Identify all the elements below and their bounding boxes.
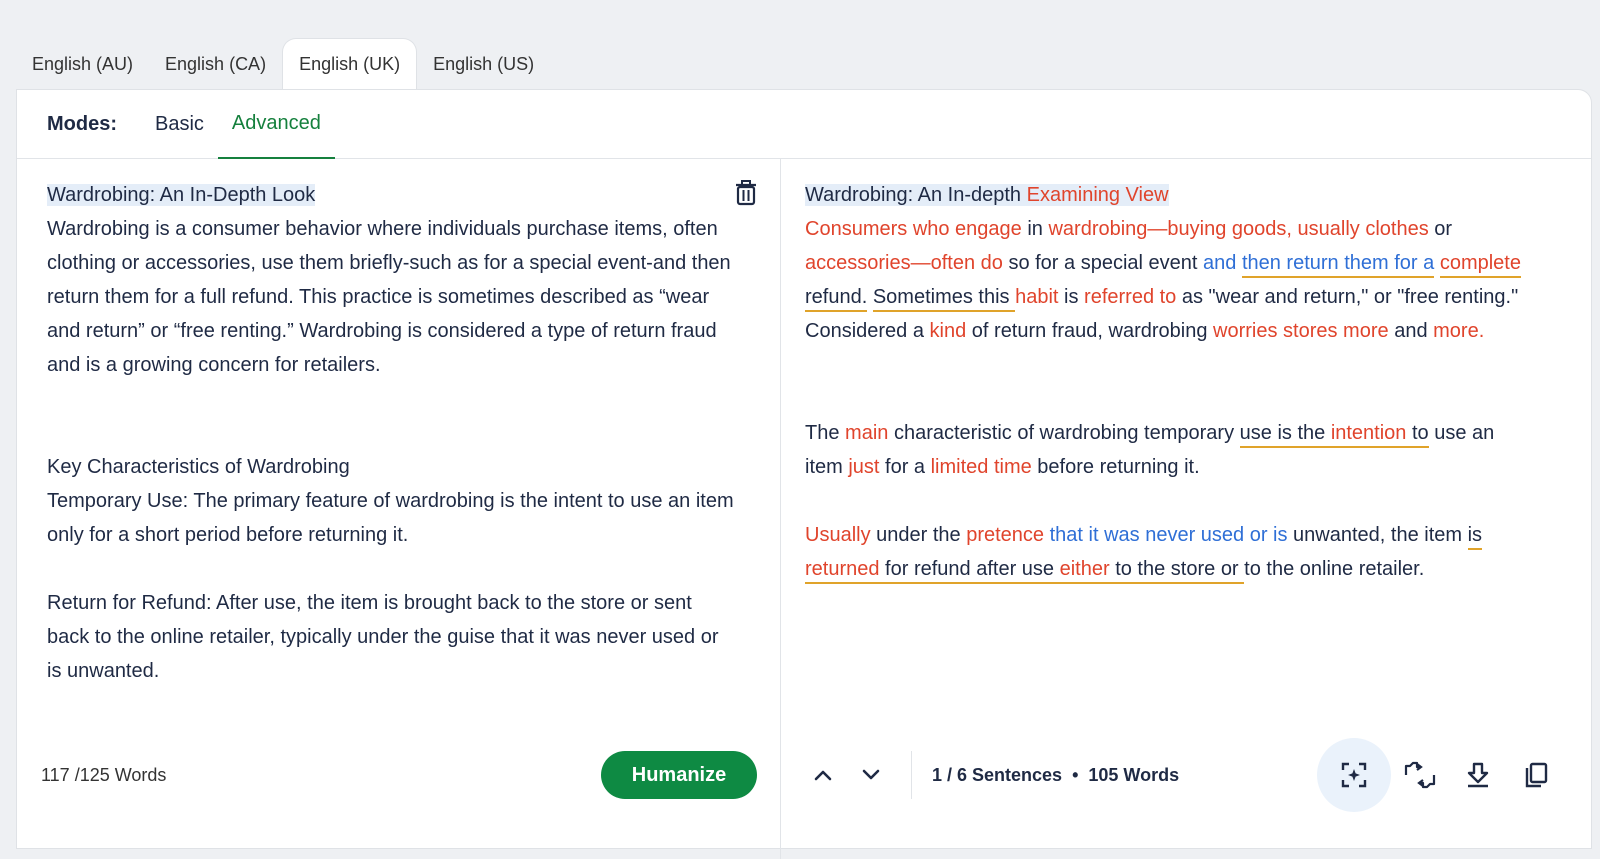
output-paragraph-2: The main characteristic of wardrobing te… [805, 416, 1535, 484]
output-segment[interactable]: complete [1439, 252, 1521, 278]
input-text-area[interactable]: Wardrobing: An In-Depth Look Wardrobing … [47, 178, 737, 688]
output-segment[interactable]: main [845, 422, 888, 444]
output-segment[interactable]: referred to [1084, 286, 1176, 308]
output-segment[interactable]: Usually [805, 524, 871, 546]
output-segment[interactable]: either [1059, 558, 1110, 584]
output-segment: to the store or [1109, 558, 1245, 584]
output-paragraph-1: Consumers who engage in wardrobing—buyin… [805, 212, 1535, 348]
output-segment[interactable]: then return them for a [1241, 252, 1435, 278]
chevron-up-icon[interactable] [805, 757, 841, 793]
tab-english-uk[interactable]: English (UK) [282, 38, 418, 90]
humanize-button[interactable]: Humanize [601, 751, 757, 799]
output-segment: to the online retailer. [1244, 558, 1425, 580]
separator-dot: • [1072, 764, 1079, 785]
output-segment: before returning it. [1031, 456, 1200, 478]
input-word-count: 117 /125 Words [41, 764, 167, 785]
output-segment [867, 286, 873, 308]
input-paragraph-2: Temporary Use: The primary feature of wa… [47, 490, 734, 546]
output-segment[interactable]: Consumers who engage [805, 218, 1022, 240]
download-icon[interactable] [1449, 738, 1507, 812]
output-title-changed: Examining View [1026, 184, 1169, 206]
output-segment: is [1467, 524, 1483, 550]
mode-basic-tab[interactable]: Basic [141, 90, 218, 159]
mode-advanced-tab[interactable]: Advanced [217, 90, 335, 159]
output-segment: under the [870, 524, 967, 546]
output-segment[interactable]: kind [930, 320, 967, 342]
output-segment: refund. [805, 286, 868, 312]
copy-icon[interactable] [1507, 738, 1565, 812]
compare-icon[interactable] [1391, 738, 1449, 812]
output-segment[interactable]: wardrobing—buying goods, usually clothes [1048, 218, 1428, 240]
pane-divider [780, 159, 781, 859]
output-segment[interactable]: habit [1015, 286, 1058, 308]
output-footer: 1 / 6 Sentences • 105 Words [805, 738, 1565, 812]
output-segment: in [1021, 218, 1049, 240]
output-segment[interactable]: worries stores more [1213, 320, 1389, 342]
footer-separator [911, 751, 912, 799]
output-segment[interactable]: accessories—often do [805, 252, 1003, 274]
ai-scan-icon[interactable] [1317, 738, 1391, 812]
output-segment [1434, 252, 1440, 274]
input-footer: 117 /125 Words Humanize [41, 750, 757, 800]
output-segment: of return fraud, wardrobing [966, 320, 1214, 342]
output-segment[interactable]: limited time [931, 456, 1032, 478]
tab-english-au[interactable]: English (AU) [16, 38, 149, 90]
output-actions [1317, 738, 1565, 812]
output-segment[interactable]: and [1203, 252, 1242, 274]
sentence-counter: 1 / 6 Sentences [932, 764, 1063, 785]
output-segment: use is the [1239, 422, 1331, 448]
output-segment[interactable]: intention [1330, 422, 1407, 448]
output-paragraph-3: Usually under the pretence that it was n… [805, 518, 1535, 586]
output-word-count: 105 Words [1088, 764, 1180, 785]
output-segment: The [805, 422, 846, 444]
output-title-unchanged: Wardrobing: An In-depth [805, 184, 1027, 206]
input-paragraph-1: Wardrobing is a consumer behavior where … [47, 218, 731, 376]
output-segment[interactable]: pretence [966, 524, 1044, 546]
output-segment[interactable]: more. [1433, 320, 1484, 342]
output-segment: unwanted, the item [1287, 524, 1468, 546]
trash-icon[interactable] [735, 180, 757, 206]
output-segment: is [1058, 286, 1085, 308]
language-tabs: English (AU) English (CA) English (UK) E… [16, 38, 550, 90]
output-segment[interactable]: just [848, 456, 879, 478]
output-segment: Sometimes this [872, 286, 1016, 312]
output-segment: for a [879, 456, 931, 478]
output-segment: or [1428, 218, 1453, 240]
output-segment: so for a special event [1002, 252, 1203, 274]
input-title: Wardrobing: An In-Depth Look [47, 184, 316, 206]
output-segment[interactable]: that it was never used or is [1050, 524, 1288, 546]
chevron-down-icon[interactable] [853, 757, 889, 793]
modes-label: Modes: [47, 112, 117, 135]
output-segment: to [1406, 422, 1429, 448]
output-segment: for refund after use [879, 558, 1060, 584]
output-segment: and [1388, 320, 1434, 342]
output-segment: characteristic of wardrobing temporary [888, 422, 1240, 444]
tab-english-ca[interactable]: English (CA) [149, 38, 282, 90]
output-text-area: Wardrobing: An In-depth Examining View C… [805, 178, 1535, 586]
modes-bar: Modes: Basic Advanced [17, 90, 1591, 159]
humanizer-card: Modes: Basic Advanced Wardrobing: An In-… [16, 89, 1592, 859]
input-paragraph-3: Return for Refund: After use, the item i… [47, 592, 719, 682]
output-title: Wardrobing: An In-depth Examining View [805, 184, 1169, 206]
tab-english-us[interactable]: English (US) [417, 38, 550, 90]
output-segment[interactable]: returned [805, 558, 880, 584]
input-heading-2: Key Characteristics of Wardrobing [47, 456, 350, 478]
